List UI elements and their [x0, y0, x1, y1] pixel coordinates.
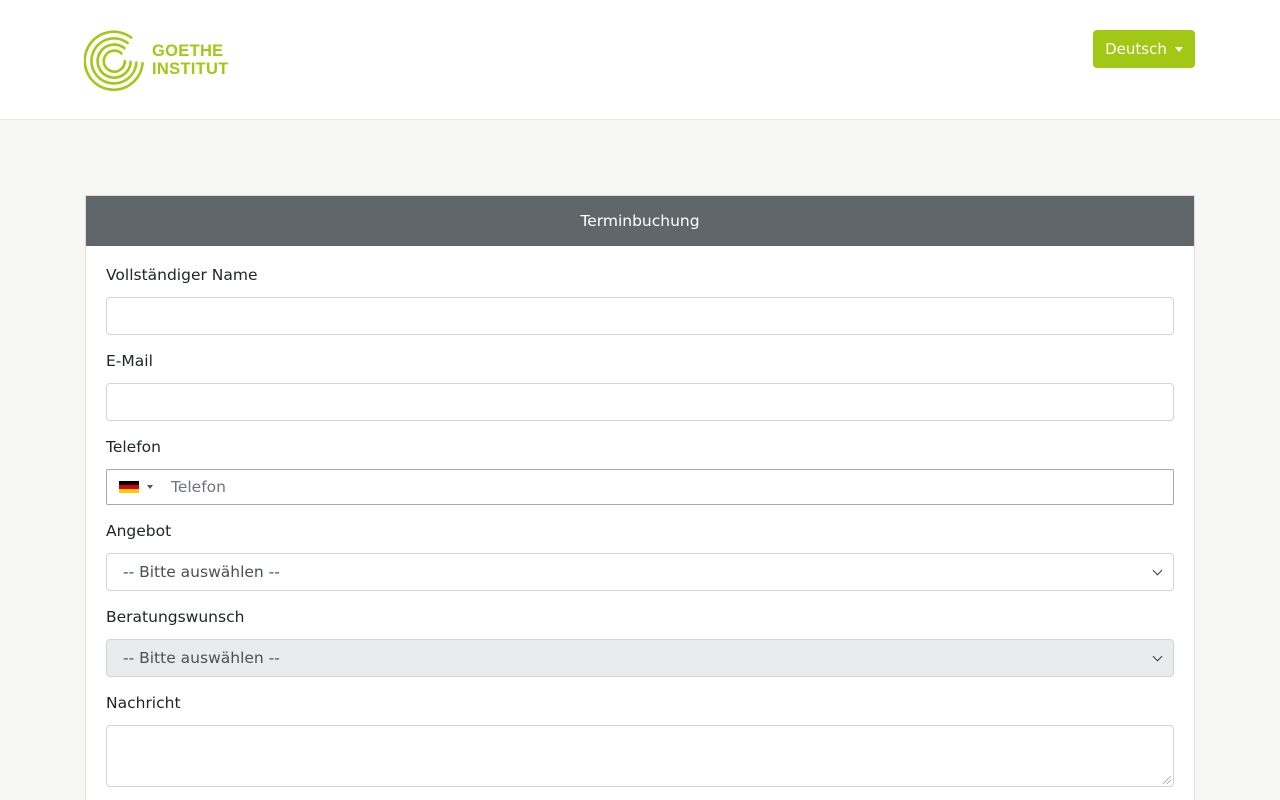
email-input[interactable]: [106, 383, 1174, 421]
logo-line-1: GOETHE: [152, 42, 224, 60]
card-header: Terminbuchung: [86, 196, 1194, 246]
email-label: E-Mail: [106, 352, 153, 370]
name-input[interactable]: [106, 297, 1174, 335]
chevron-down-icon: [1152, 565, 1163, 575]
booking-card: Terminbuchung Vollständiger Name E-Mail …: [85, 195, 1195, 800]
offer-label: Angebot: [106, 522, 172, 540]
consultation-select[interactable]: -- Bitte auswählen --: [106, 639, 1174, 677]
card-title: Terminbuchung: [580, 212, 700, 230]
top-navbar: GOETHE INSTITUT Deutsch: [0, 0, 1280, 120]
language-label: Deutsch: [1105, 40, 1167, 58]
phone-input[interactable]: Telefon: [106, 469, 1174, 505]
consultation-selected-value: -- Bitte auswählen --: [123, 649, 280, 667]
message-label: Nachricht: [106, 694, 181, 712]
goethe-institut-logo[interactable]: GOETHE INSTITUT: [84, 29, 229, 91]
chevron-down-icon: [1152, 651, 1163, 661]
phone-label: Telefon: [106, 438, 161, 456]
phone-placeholder: Telefon: [171, 478, 226, 496]
resize-handle-icon[interactable]: [1163, 776, 1171, 784]
country-code-dropdown[interactable]: [119, 470, 171, 504]
offer-select[interactable]: -- Bitte auswählen --: [106, 553, 1174, 591]
goethe-logo-icon: [84, 30, 144, 91]
logo-wordmark: GOETHE INSTITUT: [152, 42, 229, 78]
caret-down-icon: [1174, 46, 1183, 52]
logo-line-2: INSTITUT: [152, 60, 229, 78]
name-label: Vollständiger Name: [106, 266, 258, 284]
germany-flag-icon: [119, 480, 139, 494]
consultation-label: Beratungswunsch: [106, 608, 245, 626]
message-textarea[interactable]: [106, 725, 1174, 787]
caret-down-icon: [147, 485, 153, 489]
language-dropdown-button[interactable]: Deutsch: [1093, 30, 1195, 68]
offer-selected-value: -- Bitte auswählen --: [123, 563, 280, 581]
